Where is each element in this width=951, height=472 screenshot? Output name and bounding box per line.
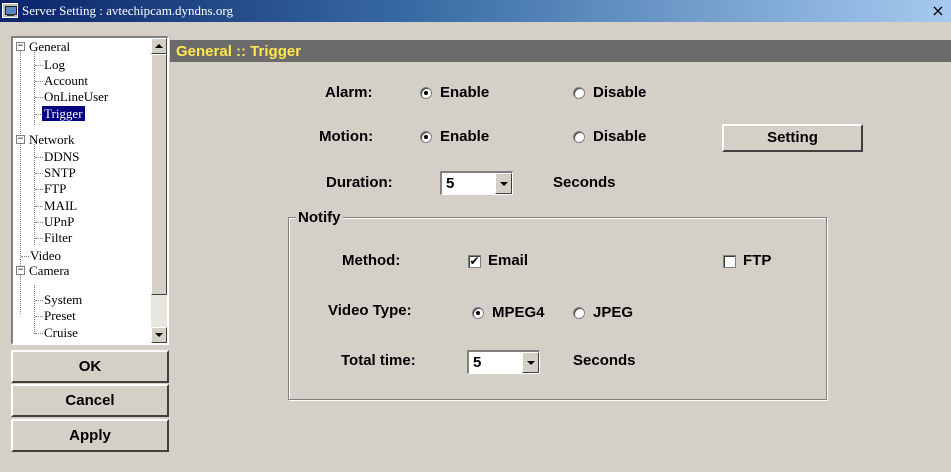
alarm-label: Alarm:	[325, 84, 373, 101]
radio-checked-icon[interactable]	[420, 87, 432, 99]
tree-item-system[interactable]: System	[44, 292, 82, 307]
window-title: Server Setting : avtechipcam.dyndns.org	[22, 3, 233, 18]
arrow-down-icon	[155, 333, 163, 337]
total-time-label: Total time:	[341, 352, 416, 369]
email-checkbox[interactable]: ✔ Email	[468, 252, 548, 270]
video-type-label: Video Type:	[328, 302, 412, 319]
tree-connector	[35, 238, 43, 239]
mpeg4-radio[interactable]: MPEG4	[472, 304, 567, 322]
alarm-enable-label: Enable	[440, 84, 490, 101]
ok-button[interactable]: OK	[11, 350, 169, 383]
radio-unchecked-icon[interactable]	[573, 307, 585, 319]
duration-value: 5	[446, 175, 455, 192]
ftp-checkbox[interactable]: FTP	[723, 252, 793, 270]
jpeg-label: JPEG	[593, 304, 634, 321]
tree-connector	[35, 65, 43, 66]
tree-connector	[35, 206, 43, 207]
tree-item-filter[interactable]: Filter	[44, 230, 72, 245]
motion-enable-radio[interactable]: Enable	[420, 128, 510, 146]
tree-item-video[interactable]: Video	[30, 248, 61, 263]
tree-connector	[35, 300, 43, 301]
tree-item-sntp[interactable]: SNTP	[44, 165, 76, 180]
cancel-button[interactable]: Cancel	[11, 384, 169, 417]
tree-connector	[35, 81, 43, 82]
tree-scrollbar[interactable]	[151, 38, 167, 343]
tree-item-account[interactable]: Account	[44, 73, 88, 88]
motion-enable-label: Enable	[440, 128, 490, 145]
duration-label: Duration:	[326, 174, 393, 191]
duration-select[interactable]: 5	[440, 171, 513, 195]
collapse-general-icon[interactable]: −	[16, 42, 25, 51]
tree-item-cruise[interactable]: Cruise	[44, 325, 78, 340]
radio-checked-icon[interactable]	[420, 131, 432, 143]
tree-item-general[interactable]: General	[29, 39, 70, 54]
tree-item-camera[interactable]: Camera	[29, 263, 69, 278]
tree-connector	[21, 256, 29, 257]
app-window-icon[interactable]	[2, 3, 18, 18]
radio-checked-icon[interactable]	[472, 307, 484, 319]
tree-connector	[35, 189, 43, 190]
alarm-enable-radio[interactable]: Enable	[420, 84, 510, 102]
tree-connector	[35, 316, 43, 317]
motion-disable-label: Disable	[593, 128, 647, 145]
apply-button[interactable]: Apply	[11, 419, 169, 452]
method-label: Method:	[342, 252, 401, 269]
collapse-network-icon[interactable]: −	[16, 135, 25, 144]
tree-item-network[interactable]: Network	[29, 132, 75, 147]
tree-connector	[35, 157, 43, 158]
motion-disable-radio[interactable]: Disable	[573, 128, 668, 146]
dropdown-arrow-icon[interactable]	[522, 352, 539, 373]
tree-item-ftp[interactable]: FTP	[44, 181, 66, 196]
dropdown-arrow-icon[interactable]	[495, 173, 512, 194]
title-bar: Server Setting : avtechipcam.dyndns.org …	[0, 0, 951, 22]
jpeg-radio[interactable]: JPEG	[573, 304, 653, 322]
tree-connector	[35, 173, 43, 174]
duration-unit: Seconds	[553, 174, 616, 191]
tree-connector	[34, 285, 35, 334]
tree-connector	[35, 97, 43, 98]
total-time-select[interactable]: 5	[467, 350, 540, 374]
tree-item-onlineuser[interactable]: OnLineUser	[44, 89, 108, 104]
section-title: General :: Trigger	[176, 43, 302, 60]
total-time-value: 5	[473, 354, 482, 371]
tree-item-upnp[interactable]: UPnP	[44, 214, 74, 229]
tree-item-log[interactable]: Log	[44, 57, 65, 72]
close-icon[interactable]: ×	[929, 1, 947, 20]
section-header: General :: Trigger	[170, 40, 951, 62]
settings-tree[interactable]: − General Log Account OnLineUser Trigger…	[11, 36, 169, 345]
notify-legend: Notify	[296, 209, 343, 226]
checkbox-checked-icon[interactable]: ✔	[468, 255, 481, 268]
motion-setting-button[interactable]: Setting	[722, 124, 863, 152]
tree-content: − General Log Account OnLineUser Trigger…	[13, 38, 149, 343]
tree-item-ddns[interactable]: DDNS	[44, 149, 79, 164]
total-time-unit: Seconds	[573, 352, 636, 369]
motion-label: Motion:	[319, 128, 374, 145]
arrow-up-icon	[155, 44, 163, 48]
ftp-label: FTP	[743, 252, 772, 269]
mpeg4-label: MPEG4	[492, 304, 545, 321]
email-label: Email	[488, 252, 529, 269]
alarm-disable-label: Disable	[593, 84, 647, 101]
scroll-up-button[interactable]	[151, 38, 167, 54]
tree-item-mail[interactable]: MAIL	[44, 198, 77, 213]
alarm-disable-radio[interactable]: Disable	[573, 84, 668, 102]
tree-connector	[35, 333, 43, 334]
checkbox-unchecked-icon[interactable]	[723, 255, 736, 268]
tree-connector	[35, 222, 43, 223]
radio-unchecked-icon[interactable]	[573, 87, 585, 99]
scroll-thumb[interactable]	[151, 54, 167, 295]
tree-item-preset[interactable]: Preset	[44, 308, 76, 323]
scroll-down-button[interactable]	[151, 327, 167, 343]
tree-item-trigger[interactable]: Trigger	[42, 106, 85, 121]
radio-unchecked-icon[interactable]	[573, 131, 585, 143]
collapse-camera-icon[interactable]: −	[16, 266, 25, 275]
